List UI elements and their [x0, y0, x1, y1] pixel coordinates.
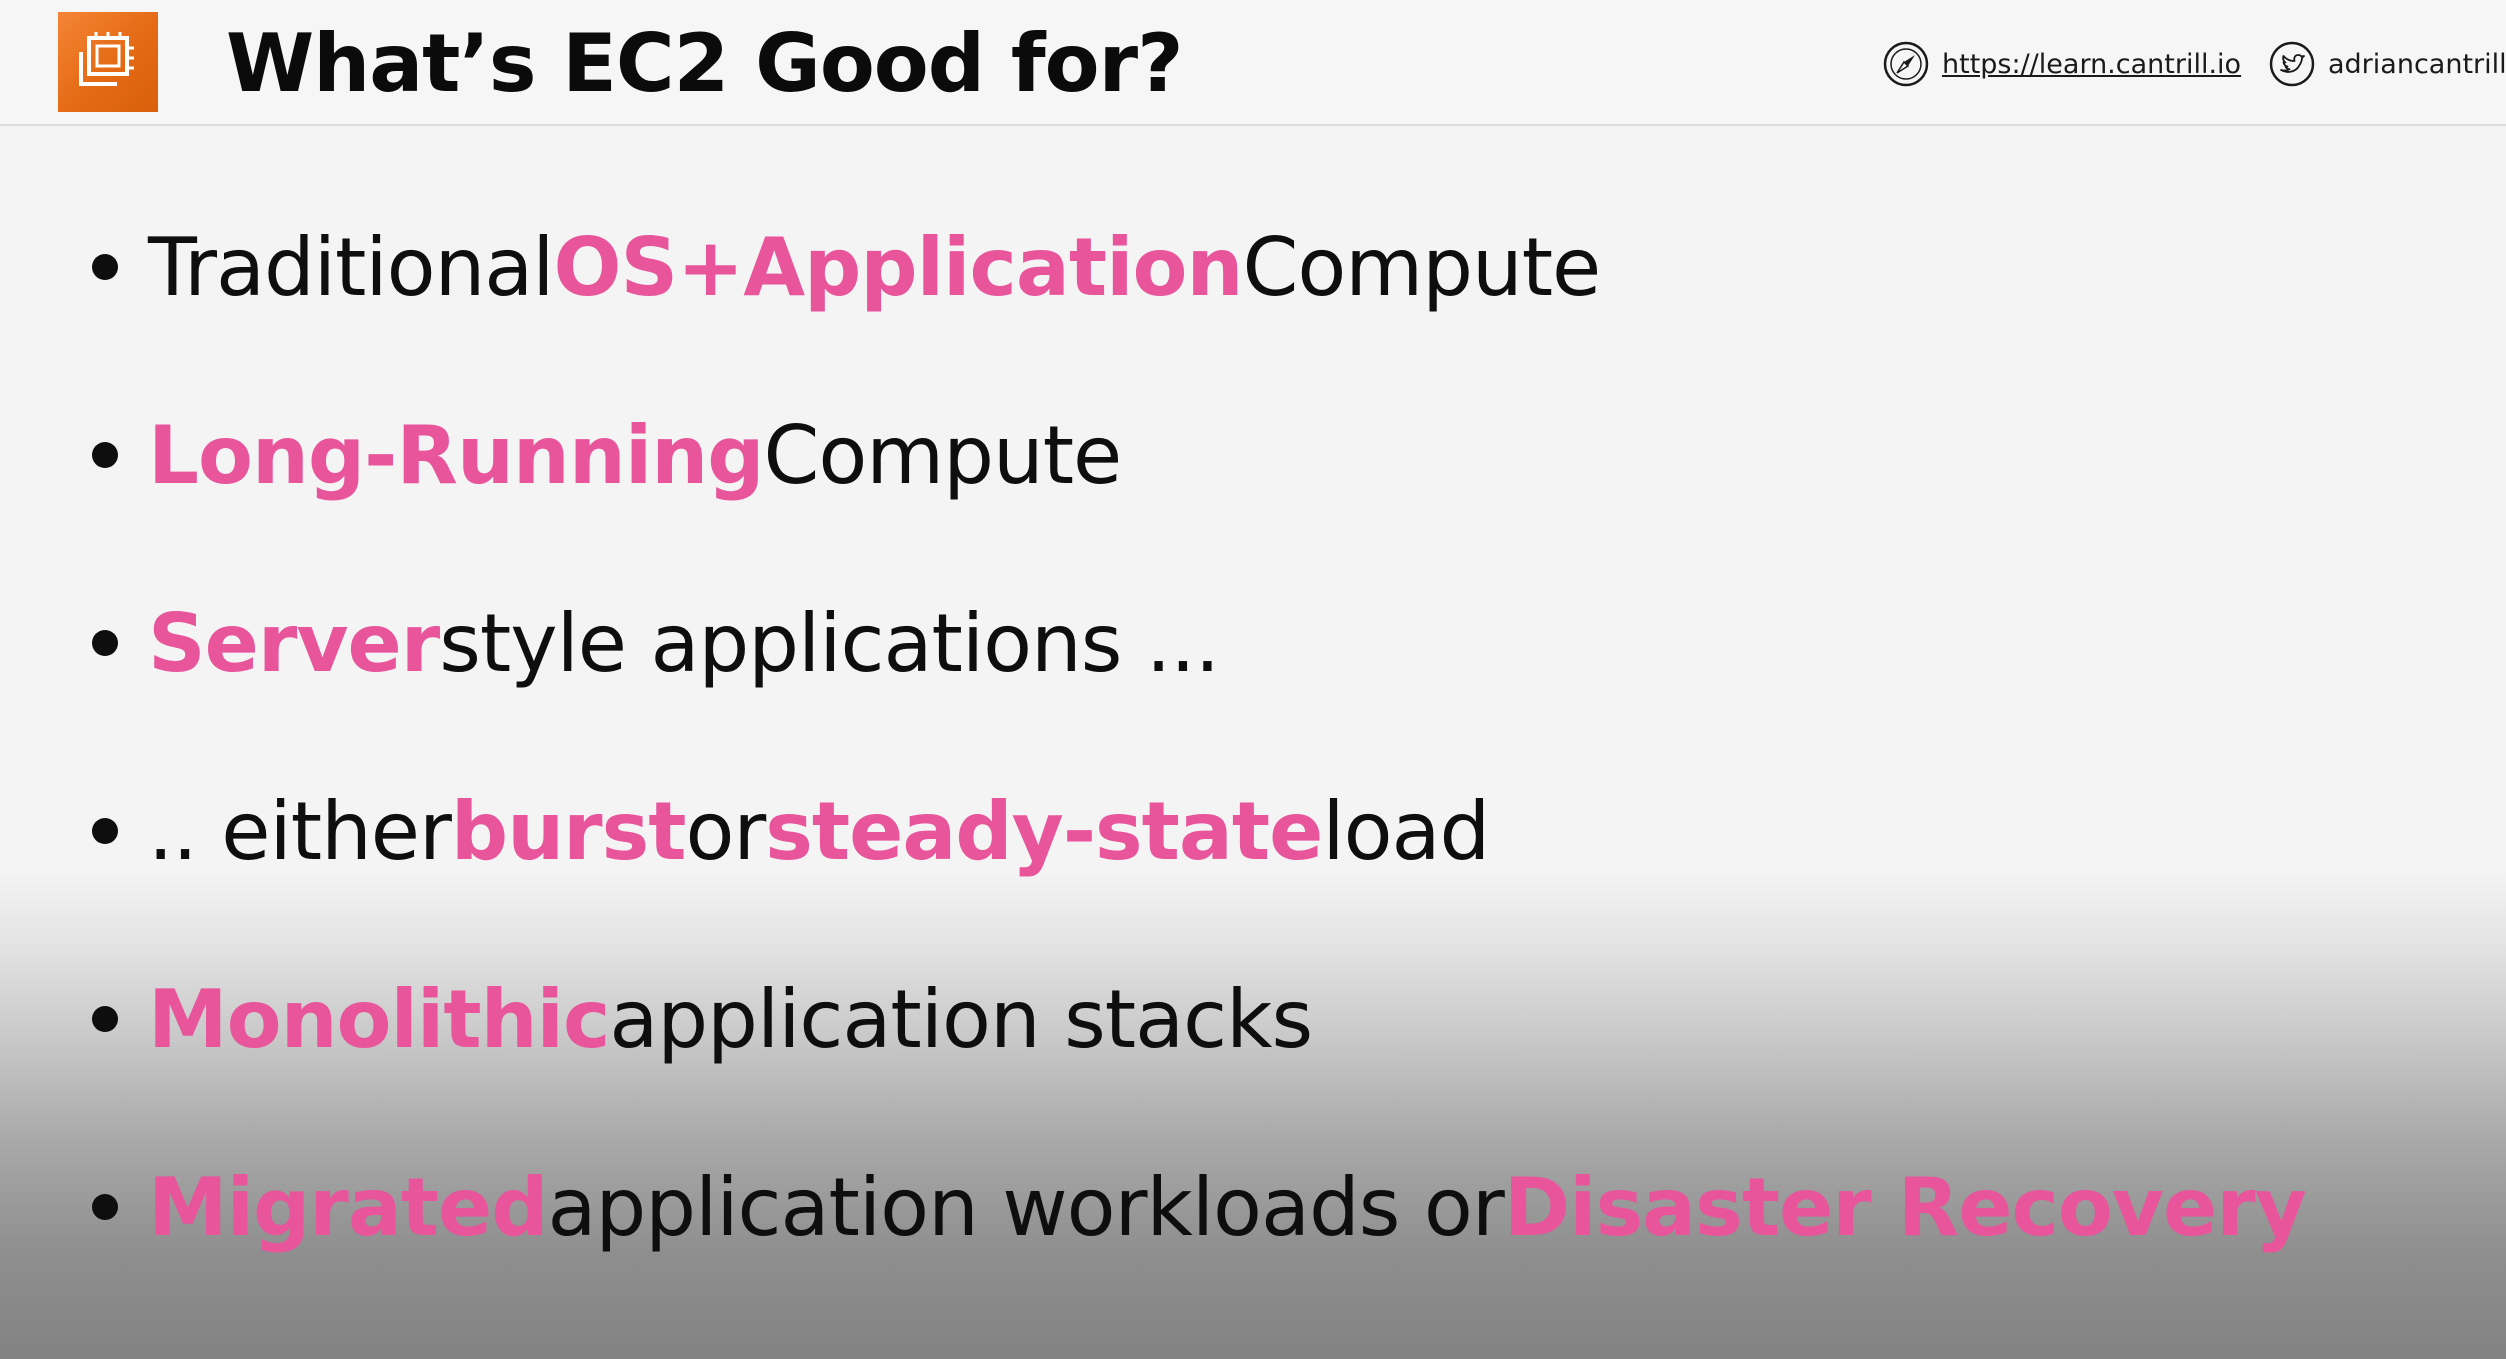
bullet-text: application workloads or — [547, 1160, 1505, 1254]
bullet-text: application stacks — [609, 972, 1313, 1066]
bullet-highlight: steady-state — [765, 784, 1323, 878]
bullet-item: Traditional OS+Application Compute — [92, 212, 1601, 322]
bullet-dot — [92, 1194, 118, 1220]
bullet-text: style applications ... — [439, 596, 1220, 690]
bullet-text: Compute — [763, 408, 1122, 502]
bullet-dot — [92, 1006, 118, 1032]
bullet-text: Traditional — [148, 220, 555, 314]
bullet-highlight: OS+Application — [553, 220, 1244, 314]
bullet-text: or — [685, 784, 766, 878]
bullet-text: Compute — [1242, 220, 1601, 314]
bullet-dot — [92, 442, 118, 468]
bullet-text: load — [1322, 784, 1490, 878]
bullet-highlight: Server — [148, 596, 440, 690]
bullet-dot — [92, 630, 118, 656]
bullet-dot — [92, 818, 118, 844]
bullet-list: Traditional OS+Application Compute Long-… — [0, 0, 2506, 1359]
bullet-highlight: Monolithic — [148, 972, 610, 1066]
bullet-dot — [92, 254, 118, 280]
bullet-highlight: Migrated — [148, 1160, 548, 1254]
slide: What’s EC2 Good for? https://learn.cantr… — [0, 0, 2506, 1359]
bullet-item: Server style applications ... — [92, 588, 1220, 698]
bullet-highlight: Long-Running — [148, 408, 764, 502]
bullet-item: Long-Running Compute — [92, 400, 1122, 510]
bullet-text: .. either — [148, 784, 452, 878]
bullet-highlight: Disaster Recovery — [1503, 1160, 2307, 1254]
bullet-item: Monolithic application stacks — [92, 964, 1313, 1074]
bullet-item: Migrated application workloads or Disast… — [92, 1152, 2307, 1262]
bullet-highlight: burst — [450, 784, 687, 878]
bullet-item: .. either burst or steady-state load — [92, 776, 1490, 886]
